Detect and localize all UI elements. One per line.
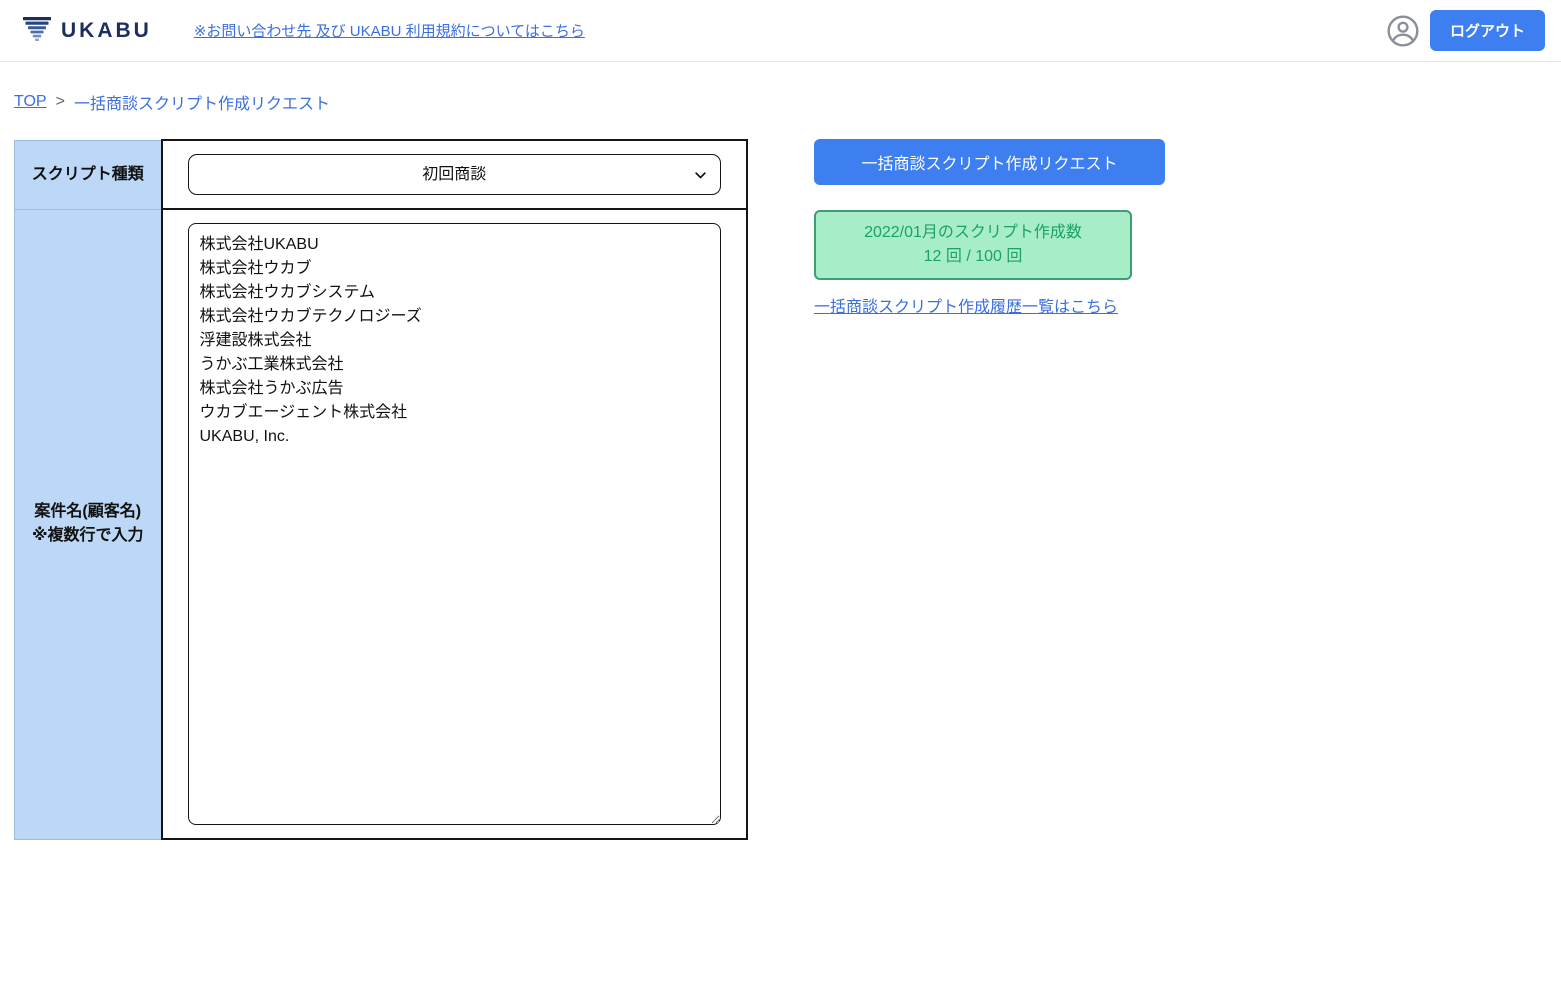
quota-count: 12 回 / 100 回 <box>923 248 1023 265</box>
script-type-label: スクリプト種類 <box>14 139 162 210</box>
breadcrumb-separator: > <box>55 93 65 110</box>
quota-title: 2022/01月のスクリプト作成数 <box>864 224 1082 241</box>
history-link[interactable]: 一括商談スクリプト作成履歴一覧はこちら <box>814 293 1118 317</box>
case-names-textarea[interactable]: 株式会社UKABU 株式会社ウカブ 株式会社ウカブシステム 株式会社ウカブテクノ… <box>187 223 721 825</box>
header-right: ログアウト <box>1386 10 1545 51</box>
logout-button[interactable]: ログアウト <box>1429 10 1545 51</box>
breadcrumb: TOP > 一括商談スクリプト作成リクエスト <box>0 62 1561 114</box>
script-type-row: スクリプト種類 初回商談 <box>14 139 748 210</box>
case-names-label: 案件名(顧客名) ※複数行で入力 <box>14 208 162 840</box>
logo-text: UKABU <box>61 18 152 42</box>
breadcrumb-current: 一括商談スクリプト作成リクエスト <box>73 96 330 113</box>
script-type-cell: 初回商談 <box>160 139 748 210</box>
create-script-request-button[interactable]: 一括商談スクリプト作成リクエスト <box>814 139 1165 185</box>
script-type-select[interactable]: 初回商談 <box>187 154 721 195</box>
funnel-bars-icon <box>22 13 52 48</box>
case-names-row: 案件名(顧客名) ※複数行で入力 株式会社UKABU 株式会社ウカブ 株式会社ウ… <box>14 208 748 840</box>
account-circle-icon[interactable] <box>1386 14 1420 48</box>
terms-link[interactable]: ※お問い合わせ先 及び UKABU 利用規約についてはこちら <box>194 20 585 41</box>
ukabu-logo[interactable]: UKABU <box>22 13 152 48</box>
case-names-label-line2: ※複数行で入力 <box>31 527 144 544</box>
action-panel: 一括商談スクリプト作成リクエスト 2022/01月のスクリプト作成数 12 回 … <box>814 139 1165 317</box>
script-request-form-table: スクリプト種類 初回商談 案件名(顧客名) ※複数行で入力 株式会社UKABU … <box>14 139 748 840</box>
case-names-cell: 株式会社UKABU 株式会社ウカブ 株式会社ウカブシステム 株式会社ウカブテクノ… <box>160 208 748 840</box>
header: UKABU ※お問い合わせ先 及び UKABU 利用規約についてはこちら ログア… <box>0 0 1561 62</box>
main-content: スクリプト種類 初回商談 案件名(顧客名) ※複数行で入力 株式会社UKABU … <box>0 114 1561 840</box>
quota-box: 2022/01月のスクリプト作成数 12 回 / 100 回 <box>814 210 1132 280</box>
case-names-label-line1: 案件名(顧客名) <box>34 503 142 520</box>
breadcrumb-top-link[interactable]: TOP <box>14 93 47 111</box>
